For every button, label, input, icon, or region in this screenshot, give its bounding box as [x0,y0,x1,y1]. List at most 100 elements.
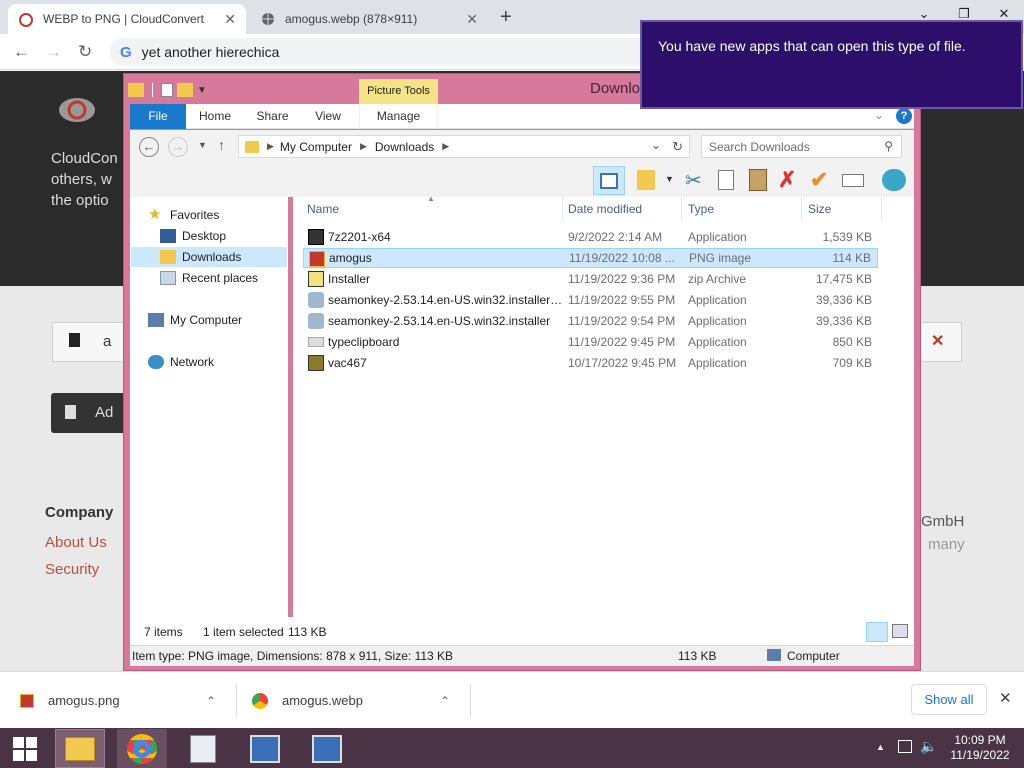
column-size[interactable]: Size [802,197,882,221]
file-row[interactable]: typeclipboard 11/19/2022 9:45 PM Applica… [303,332,878,352]
new-folder-icon[interactable] [177,83,193,97]
search-downloads-input[interactable]: Search Downloads ⚲ [701,135,902,158]
new-apps-notification[interactable]: You have new apps that can open this typ… [640,20,1023,109]
security-link[interactable]: Security [45,561,99,578]
explorer-title: Downlo [590,80,641,97]
copy-icon[interactable] [718,170,734,190]
breadcrumb-downloads[interactable]: Downloads [375,140,434,154]
search-placeholder: Search Downloads [709,139,810,154]
tab-view[interactable]: View [307,104,349,129]
installer-icon [308,313,324,329]
file-row[interactable]: Installer 11/19/2022 9:36 PM zip Archive… [303,269,878,289]
up-icon[interactable]: ↑ [218,137,225,153]
address-bar[interactable]: G yet another hierechica [110,38,650,66]
file-size: 1,539 KB [822,230,872,244]
file-list: ▲ Name Date modified Type Size 7z2201-x6… [293,194,914,617]
tab-share[interactable]: Share [250,104,295,129]
file-row[interactable]: vac467 10/17/2022 9:45 PM Application 70… [303,353,878,373]
file-row[interactable]: seamonkey-2.53.14.en-US.win32.installer … [303,311,878,331]
explorer-address-bar[interactable]: ▶ My Computer ▶ Downloads ▶ ⌄ ↻ [238,135,690,158]
right-footer-text: many [928,536,965,553]
quick-access-toolbar: ▼ [128,80,207,100]
selection-size: 113 KB [288,625,327,639]
png-image-icon [309,251,325,267]
start-button[interactable] [0,729,50,768]
reload-icon[interactable]: ↻ [78,42,92,62]
file-row[interactable]: 7z2201-x64 9/2/2022 2:14 AM Application … [303,227,878,247]
taskbar-remote[interactable] [302,729,352,768]
recent-locations-icon[interactable]: ▼ [198,140,207,150]
back-icon[interactable]: ← [139,137,159,157]
file-explorer-icon [65,736,95,761]
recent-places-icon [160,271,176,285]
help-icon[interactable]: ? [896,108,912,124]
chevron-up-icon[interactable]: ⌃ [206,694,216,708]
tab-home[interactable]: Home [192,104,238,129]
file-name: seamonkey-2.53.14.en-US.win32.installer … [328,293,563,307]
tab-file[interactable]: File [130,104,186,129]
address-text: yet another hierechica [141,44,280,60]
nav-network[interactable]: Network [148,352,305,372]
rename-check-icon[interactable]: ✔ [810,167,828,193]
breadcrumb-my-computer[interactable]: My Computer [280,140,352,154]
file-name: 7z2201-x64 [328,230,391,244]
tab-cloudconvert[interactable]: WEBP to PNG | CloudConvert ✕ [8,4,246,34]
taskbar-chrome[interactable] [117,729,167,768]
computer-location-icon [245,140,259,153]
column-date-modified[interactable]: Date modified [562,197,682,221]
close-shelf-icon[interactable]: ✕ [999,689,1012,707]
file-size: 17,475 KB [815,272,872,286]
about-us-link[interactable]: About Us [45,534,107,551]
add-files-button[interactable]: Ad [51,393,131,433]
system-clock[interactable]: 10:09 PM 11/19/2022 [940,733,1020,763]
nav-favorites[interactable]: ★ Favorites [148,205,305,225]
new-tab-icon[interactable]: + [500,6,512,29]
folder-icon [128,83,144,97]
globe-icon[interactable] [882,169,906,191]
file-row[interactable]: seamonkey-2.53.14.en-US.win32.installer … [303,290,878,310]
delete-icon[interactable]: ✗ [778,167,796,193]
show-all-button[interactable]: Show all [911,684,987,715]
chevron-up-icon[interactable]: ⌃ [440,694,450,708]
column-type[interactable]: Type [682,197,802,221]
download-item-png[interactable]: amogus.png ⌃ [20,672,230,729]
close-tab-icon[interactable]: ✕ [466,11,478,28]
close-tab-icon[interactable]: ✕ [224,11,236,28]
address-dropdown-icon[interactable]: ⌄ [651,138,661,152]
properties-icon[interactable] [637,170,655,190]
tab-manage[interactable]: Manage [359,104,438,129]
properties-icon[interactable] [161,83,173,97]
cut-icon[interactable]: ✂ [685,168,702,193]
refresh-icon[interactable]: ↻ [672,139,683,155]
nav-desktop[interactable]: Desktop [160,226,287,246]
volume-icon[interactable]: 🔈 [920,738,937,755]
tab-amogus-webp[interactable]: amogus.webp (878×911) ✕ [250,4,488,34]
show-hidden-icons-icon[interactable]: ▲ [876,742,885,752]
taskbar-remote[interactable] [240,729,290,768]
remove-icon[interactable]: ✕ [931,331,944,351]
paste-icon[interactable] [749,169,767,191]
details-view-icon[interactable] [866,622,888,642]
select-icon[interactable] [842,174,864,187]
download-item-webp[interactable]: amogus.webp ⌃ [252,672,462,729]
taskbar-explorer[interactable] [55,729,105,768]
nav-my-computer[interactable]: My Computer [148,310,305,330]
forward-arrow-icon[interactable]: → [45,42,62,62]
nav-recent-places[interactable]: Recent places [160,268,287,288]
customize-dropdown-icon[interactable]: ▼ [197,85,207,96]
network-tray-icon[interactable] [898,740,912,753]
file-type: Application [688,335,747,349]
dropdown-icon[interactable]: ▼ [665,174,674,184]
preview-pane-button[interactable] [593,166,625,195]
file-row-selected[interactable]: amogus 11/19/2022 10:08 ... PNG image 11… [303,248,878,268]
large-icons-view-icon[interactable] [892,624,908,638]
file-name: seamonkey-2.53.14.en-US.win32.installer [328,314,551,328]
download-name: amogus.png [48,693,120,708]
nav-downloads[interactable]: Downloads [131,247,287,267]
taskbar-app[interactable] [178,729,228,768]
expand-ribbon-icon[interactable]: ⌄ [874,108,884,122]
forward-icon[interactable]: → [168,137,188,157]
back-arrow-icon[interactable]: ← [13,42,30,62]
chrome-icon [252,692,268,709]
column-name[interactable]: Name [301,197,563,221]
